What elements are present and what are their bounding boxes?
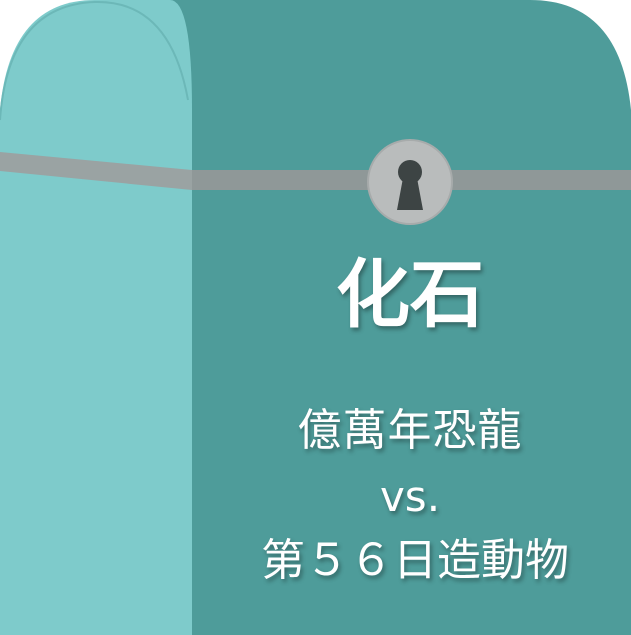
subtitle-line-2: vs. xyxy=(379,472,441,521)
main-title: 化石 xyxy=(336,252,484,338)
subtitle-line-3: 第５６日造動物 xyxy=(261,535,569,586)
keyhole-lock-icon xyxy=(367,139,453,225)
box-side-face xyxy=(0,0,192,635)
fossil-box-graphic: 化石 億萬年恐龍 vs. 第５６日造動物 xyxy=(0,0,631,635)
subtitle-line-1: 億萬年恐龍 xyxy=(297,405,523,456)
